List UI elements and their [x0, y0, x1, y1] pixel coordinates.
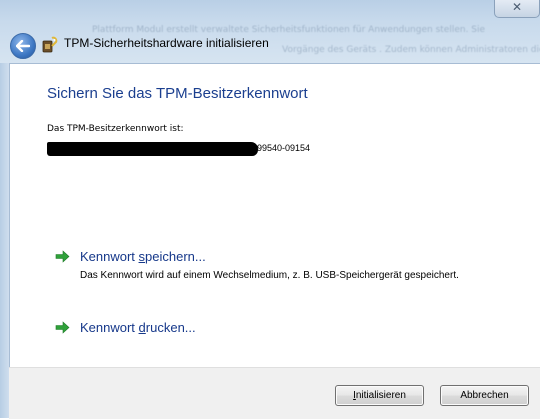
green-arrow-icon: [55, 321, 70, 334]
tpm-chip-icon: [42, 36, 58, 53]
initialize-button[interactable]: Initialisieren: [335, 385, 424, 406]
wizard-content: Sichern Sie das TPM-Besitzerkennwort Das…: [9, 63, 540, 368]
background-window-text: Plattform Modul erstellt verwaltete Sich…: [92, 25, 486, 35]
cancel-button[interactable]: Abbrechen: [440, 385, 529, 406]
back-arrow-icon: [16, 40, 30, 52]
close-button[interactable]: ✕: [494, 0, 540, 18]
print-password-link[interactable]: Kennwort drucken...: [80, 320, 196, 335]
wizard-footer: Initialisieren Abbrechen: [9, 367, 540, 419]
title-bar: Plattform Modul erstellt verwaltete Sich…: [0, 0, 540, 63]
page-heading: Sichern Sie das TPM-Besitzerkennwort: [47, 85, 308, 102]
save-password-description: Das Kennwort wird auf einem Wechselmediu…: [80, 270, 459, 281]
password-label: Das TPM-Besitzerkennwort ist:: [47, 124, 184, 134]
save-password-link[interactable]: Kennwort speichern...: [80, 249, 206, 264]
background-window-text: Vorgänge des Geräts . Zudem können Admin…: [282, 45, 540, 55]
redaction-bar: [47, 142, 258, 156]
green-arrow-icon: [55, 250, 70, 263]
password-visible-suffix: 99540-09154: [257, 143, 311, 153]
window-title: TPM-Sicherheitshardware initialisieren: [64, 36, 269, 50]
close-icon: ✕: [511, 0, 523, 14]
back-button[interactable]: [10, 33, 36, 59]
window-frame-left: [0, 63, 9, 418]
password-display: 99540-09154: [47, 142, 347, 156]
